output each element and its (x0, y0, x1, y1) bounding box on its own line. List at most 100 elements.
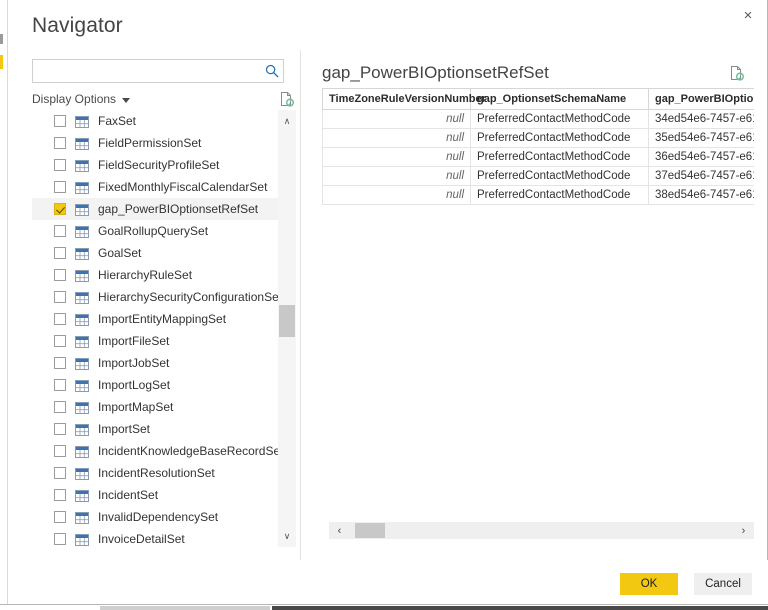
tree-item-checkbox[interactable] (54, 335, 66, 347)
tree-item-checkbox[interactable] (54, 467, 66, 479)
entity-tree-scroll-content: FaxSet FieldPermissionSet FieldSecurityPro… (32, 110, 283, 547)
horizontal-scrollbar-thumb[interactable] (355, 523, 385, 538)
tree-item-checkbox[interactable] (54, 445, 66, 457)
navigator-dialog: × Navigator Display Options FaxSet Field… (8, 0, 768, 604)
tree-item-fieldsecurityprofileset[interactable]: FieldSecurityProfileSet (32, 154, 278, 176)
tree-item-faxset[interactable]: FaxSet (32, 110, 278, 132)
tree-item-goalrollupqueryset[interactable]: GoalRollupQuerySet (32, 220, 278, 242)
preview-horizontal-scrollbar[interactable]: ‹ › (329, 522, 754, 539)
tree-item-fixedmonthlyfiscalcalendarset[interactable]: FixedMonthlyFiscalCalendarSet (32, 176, 278, 198)
tree-item-checkbox[interactable] (54, 115, 66, 127)
search-icon[interactable] (261, 64, 283, 78)
display-options-label: Display Options (32, 92, 117, 106)
taskbar-hint-dark (272, 606, 768, 610)
background-accent-gray (0, 34, 3, 44)
search-box[interactable] (32, 59, 284, 83)
tree-item-checkbox[interactable] (54, 357, 66, 369)
tree-item-checkbox[interactable] (54, 181, 66, 193)
cancel-button[interactable]: Cancel (694, 573, 752, 595)
tree-item-incidentset[interactable]: IncidentSet (32, 484, 278, 506)
tree-item-checkbox[interactable] (54, 489, 66, 501)
table-header-row: TimeZoneRuleVersionNumber gap_OptionsetSc… (322, 88, 754, 110)
tree-item-invaliddependencyset[interactable]: InvalidDependencySet (32, 506, 278, 528)
tree-item-goalset[interactable]: GoalSet (32, 242, 278, 264)
tree-item-label: ImportEntityMappingSet (98, 312, 227, 326)
table-icon (75, 335, 89, 348)
vertical-scrollbar-thumb[interactable] (279, 305, 295, 337)
table-cell: 36ed54e6-7457-e611-80e8-c43 (648, 147, 754, 167)
tree-item-gap_powerbioptionsetrefset[interactable]: gap_PowerBIOptionsetRefSet (32, 198, 278, 220)
table-icon (75, 115, 89, 128)
tree-item-checkbox[interactable] (54, 269, 66, 281)
table-icon (75, 357, 89, 370)
table-icon (75, 533, 89, 546)
pane-divider (300, 50, 301, 560)
tree-item-checkbox[interactable] (54, 511, 66, 523)
null-value: null (446, 132, 464, 144)
null-value: null (446, 189, 464, 201)
tree-item-importmapset[interactable]: ImportMapSet (32, 396, 278, 418)
tree-item-importset[interactable]: ImportSet (32, 418, 278, 440)
refresh-document-icon[interactable] (278, 90, 296, 108)
tree-item-incidentknowledgebaserecordset[interactable]: IncidentKnowledgeBaseRecordSet (32, 440, 283, 462)
tree-item-checkbox[interactable] (54, 379, 66, 391)
close-icon[interactable]: × (733, 2, 763, 28)
dialog-footer: OK Cancel (8, 560, 768, 604)
table-cell: PreferredContactMethodCode (470, 185, 649, 205)
tree-item-label: FieldPermissionSet (98, 136, 202, 150)
table-icon (75, 423, 89, 436)
column-header[interactable]: gap_PowerBIOptionsetRefId (648, 88, 754, 110)
table-cell: PreferredContactMethodCode (470, 128, 649, 148)
table-cell: null (322, 128, 471, 148)
tree-item-label: InvalidDependencySet (98, 510, 219, 524)
table-icon (75, 181, 89, 194)
tree-item-checkbox[interactable] (54, 203, 66, 215)
display-options-dropdown[interactable]: Display Options (32, 92, 131, 106)
tree-item-fieldpermissionset[interactable]: FieldPermissionSet (32, 132, 278, 154)
table-icon (75, 159, 89, 172)
table-row: null PreferredContactMethodCode 35ed54e6-7… (322, 128, 754, 148)
tree-item-checkbox[interactable] (54, 313, 66, 325)
source-navigation-pane: Display Options FaxSet FieldPermissionSet… (8, 50, 300, 560)
table-header: TimeZoneRuleVersionNumber gap_OptionsetSc… (322, 88, 754, 110)
tree-item-importentitymappingset[interactable]: ImportEntityMappingSet (32, 308, 278, 330)
tree-item-checkbox[interactable] (54, 137, 66, 149)
tree-item-invoicedetailset[interactable]: InvoiceDetailSet (32, 528, 278, 547)
preview-refresh-document-icon[interactable] (728, 64, 746, 82)
scroll-down-arrow-icon[interactable]: ∨ (278, 527, 296, 545)
tree-item-checkbox[interactable] (54, 291, 66, 303)
tree-item-importlogset[interactable]: ImportLogSet (32, 374, 278, 396)
table-cell: PreferredContactMethodCode (470, 147, 649, 167)
tree-item-hierarchysecurityconfigurationset[interactable]: HierarchySecurityConfigurationSet (32, 286, 282, 308)
tree-item-checkbox[interactable] (54, 533, 66, 545)
search-input[interactable] (33, 60, 261, 82)
tree-item-hierarchyruleset[interactable]: HierarchyRuleSet (32, 264, 278, 286)
scroll-right-arrow-icon[interactable]: › (735, 522, 752, 539)
tree-item-incidentresolutionset[interactable]: IncidentResolutionSet (32, 462, 278, 484)
column-header[interactable]: TimeZoneRuleVersionNumber (322, 88, 486, 110)
column-header[interactable]: gap_OptionsetSchemaName (470, 88, 649, 110)
table-icon (75, 379, 89, 392)
table-cell: null (322, 166, 471, 186)
tree-item-checkbox[interactable] (54, 225, 66, 237)
background-accent-yellow (0, 55, 3, 69)
scroll-up-arrow-icon[interactable]: ∧ (278, 112, 296, 130)
tree-item-importfileset[interactable]: ImportFileSet (32, 330, 278, 352)
table-icon (75, 511, 89, 524)
entity-tree[interactable]: FaxSet FieldPermissionSet FieldSecurityPro… (32, 110, 296, 547)
entity-tree-vertical-scrollbar[interactable]: ∧ ∨ (278, 110, 296, 547)
scroll-left-arrow-icon[interactable]: ‹ (331, 522, 348, 539)
table-cell: 35ed54e6-7457-e611-80e8-c43 (648, 128, 754, 148)
table-cell: 34ed54e6-7457-e611-80e8-c43 (648, 109, 754, 129)
tree-item-label: IncidentResolutionSet (98, 466, 215, 480)
table-cell: PreferredContactMethodCode (470, 109, 649, 129)
tree-item-checkbox[interactable] (54, 247, 66, 259)
tree-item-importjobset[interactable]: ImportJobSet (32, 352, 278, 374)
tree-item-label: ImportFileSet (98, 334, 170, 348)
tree-item-checkbox[interactable] (54, 401, 66, 413)
ok-button[interactable]: OK (620, 573, 678, 595)
table-cell: null (322, 109, 471, 129)
tree-item-checkbox[interactable] (54, 423, 66, 435)
tree-item-label: ImportSet (98, 422, 151, 436)
tree-item-checkbox[interactable] (54, 159, 66, 171)
